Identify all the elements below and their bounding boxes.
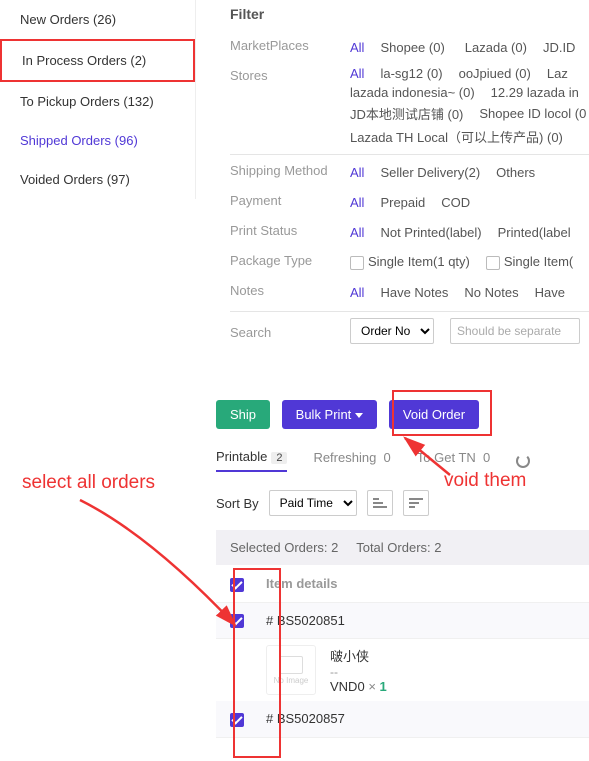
filter-stores-opt[interactable]: 12.29 lazada in xyxy=(491,85,579,100)
filter-payment-label: Payment xyxy=(230,191,350,208)
annotation-text: select all orders xyxy=(22,472,155,494)
filter-notes-label: Notes xyxy=(230,281,350,298)
filter-shipping-row: Shipping Method All Seller Delivery(2) O… xyxy=(230,161,589,183)
checkbox-icon[interactable] xyxy=(486,256,500,270)
sidebar-item-new-orders[interactable]: New Orders (26) xyxy=(0,0,195,39)
filter-packagetype-row: Package Type Single Item(1 qty) Single I… xyxy=(230,251,589,273)
search-field-select[interactable]: Order No xyxy=(350,318,434,344)
filter-notes-opt[interactable]: Have xyxy=(535,285,565,300)
filter-printstatus-label: Print Status xyxy=(230,221,350,238)
sort-by-select[interactable]: Paid Time xyxy=(269,490,357,516)
filter-marketplaces-opt[interactable]: Shopee (0) xyxy=(380,40,444,55)
filter-printstatus-opt[interactable]: Not Printed(label) xyxy=(380,225,481,240)
filter-payment-all[interactable]: All xyxy=(350,195,364,210)
filter-panel: Filter MarketPlaces All Shopee (0) Lazad… xyxy=(230,0,589,352)
filter-stores-opt[interactable]: Shopee ID locol (0 xyxy=(479,106,586,121)
filter-payment-row: Payment All Prepaid COD xyxy=(230,191,589,213)
filter-stores-all[interactable]: All xyxy=(350,66,364,81)
filter-marketplaces-all[interactable]: All xyxy=(350,40,364,55)
sort-desc-button[interactable] xyxy=(403,490,429,516)
image-placeholder-icon xyxy=(279,656,303,674)
filter-marketplaces-opt[interactable]: JD.ID xyxy=(543,40,576,55)
tab-count-badge: 2 xyxy=(271,452,287,464)
bulk-print-button[interactable]: Bulk Print xyxy=(282,400,378,429)
filter-shipping-opt[interactable]: Seller Delivery(2) xyxy=(380,165,480,180)
sidebar-item-in-process-orders[interactable]: In Process Orders (2) xyxy=(0,39,195,82)
filter-title: Filter xyxy=(230,0,589,22)
annotation-arrow-icon xyxy=(355,430,475,490)
sidebar-item-shipped-orders[interactable]: Shipped Orders (96) xyxy=(0,121,195,160)
filter-notes-opt[interactable]: Have Notes xyxy=(380,285,448,300)
filter-payment-opt[interactable]: Prepaid xyxy=(380,195,425,210)
filter-marketplaces-opt[interactable]: Lazada (0) xyxy=(465,40,527,55)
sort-asc-button[interactable] xyxy=(367,490,393,516)
filter-stores-opt[interactable]: ooJpiued (0) xyxy=(459,66,531,81)
filter-printstatus-opt[interactable]: Printed(label xyxy=(498,225,571,240)
sidebar: New Orders (26) In Process Orders (2) To… xyxy=(0,0,196,199)
filter-stores-opt[interactable]: Laz xyxy=(547,66,568,81)
product-qty: 1 xyxy=(380,679,387,694)
filter-notes-opt[interactable]: No Notes xyxy=(464,285,518,300)
sidebar-item-to-pickup-orders[interactable]: To Pickup Orders (132) xyxy=(0,82,195,121)
refresh-icon[interactable] xyxy=(516,454,530,468)
filter-shipping-all[interactable]: All xyxy=(350,165,364,180)
filter-printstatus-row: Print Status All Not Printed(label) Prin… xyxy=(230,221,589,243)
total-orders-count: Total Orders: 2 xyxy=(356,540,441,555)
packagetype-opt[interactable]: Single Item(1 qty) xyxy=(350,254,470,270)
status-bar: Selected Orders: 2 Total Orders: 2 xyxy=(216,530,589,565)
filter-divider xyxy=(230,154,589,155)
product-dash: -- xyxy=(330,665,387,679)
ship-button[interactable]: Ship xyxy=(216,400,270,429)
filter-printstatus-all[interactable]: All xyxy=(350,225,364,240)
chevron-down-icon xyxy=(355,413,363,418)
filter-marketplaces-row: MarketPlaces All Shopee (0) Lazada (0) J… xyxy=(230,36,589,58)
filter-notes-row: Notes All Have Notes No Notes Have xyxy=(230,281,589,303)
filter-packagetype-label: Package Type xyxy=(230,251,350,268)
filter-search-label: Search xyxy=(230,323,350,340)
filter-search-row: Search Order No Should be separate xyxy=(230,318,589,344)
filter-shipping-opt[interactable]: Others xyxy=(496,165,535,180)
product-name: 啵小侠 xyxy=(330,646,387,665)
filter-stores-opt[interactable]: Lazada TH Local（可以上传产品) (0) xyxy=(350,127,563,146)
filter-stores-row: Stores All la-sg12 (0) ooJpiued (0) Laz … xyxy=(230,66,589,146)
filter-shipping-label: Shipping Method xyxy=(230,161,350,178)
product-price: VND0 xyxy=(330,679,365,694)
packagetype-opt[interactable]: Single Item( xyxy=(486,254,573,270)
tab-printable[interactable]: Printable2 xyxy=(216,449,287,472)
filter-stores-opt[interactable]: la-sg12 (0) xyxy=(380,66,442,81)
search-input[interactable]: Should be separate xyxy=(450,318,580,344)
annotation-arrow-icon xyxy=(60,495,260,655)
filter-marketplaces-label: MarketPlaces xyxy=(230,36,350,53)
filter-divider xyxy=(230,311,589,312)
filter-stores-label: Stores xyxy=(230,66,350,83)
filter-stores-opt[interactable]: lazada indonesia~ (0) xyxy=(350,85,475,100)
filter-stores-opt[interactable]: JD本地测试店铺 (0) xyxy=(350,104,463,123)
qty-separator: × xyxy=(368,679,376,694)
filter-payment-opt[interactable]: COD xyxy=(441,195,470,210)
checkbox-icon[interactable] xyxy=(350,256,364,270)
sidebar-item-voided-orders[interactable]: Voided Orders (97) xyxy=(0,160,195,199)
filter-notes-all[interactable]: All xyxy=(350,285,364,300)
